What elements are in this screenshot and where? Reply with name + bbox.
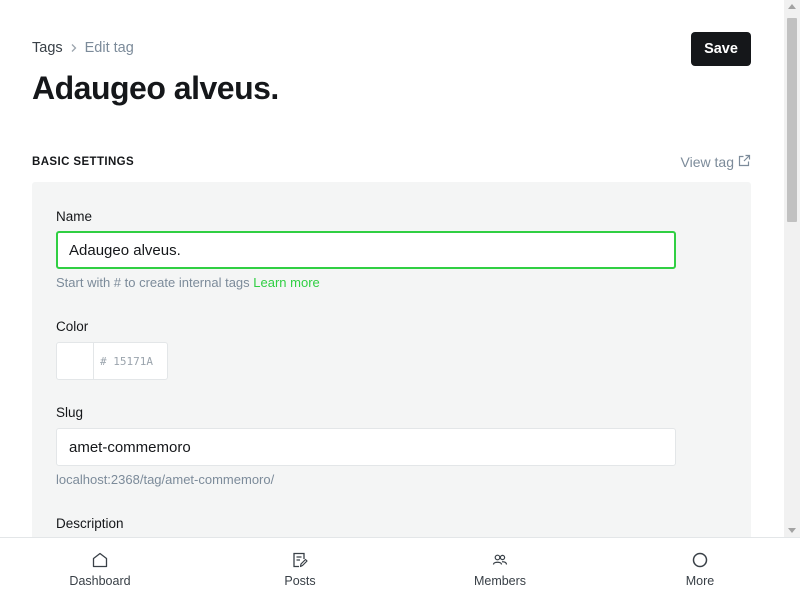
scrollbar-thumb[interactable] [787,18,797,222]
color-swatch[interactable] [57,343,94,379]
name-hint: Start with # to create internal tags Lea… [56,275,320,290]
external-link-icon [738,154,751,170]
nav-label-dashboard: Dashboard [69,574,131,588]
section-heading: BASIC SETTINGS [32,156,135,168]
save-button[interactable]: Save [691,32,751,66]
breadcrumb-tags-link[interactable]: Tags [32,40,63,56]
circle-icon [690,550,710,570]
nav-item-more[interactable]: More [600,538,800,600]
name-input-value: Adaugeo alveus. [69,241,181,259]
color-hex-input[interactable]: # 15171A [94,343,153,379]
color-picker[interactable]: # 15171A [56,342,168,380]
vertical-scrollbar[interactable] [784,0,800,537]
breadcrumb: Tags Edit tag [32,40,134,56]
bottom-navigation: Dashboard Posts Members More [0,537,800,600]
page-title: Adaugeo alveus. [32,70,279,106]
name-hint-text: Start with # to create internal tags [56,275,250,290]
slug-url-preview: localhost:2368/tag/amet-commemoro/ [56,472,275,487]
nav-label-more: More [685,574,715,588]
breadcrumb-current: Edit tag [84,40,134,56]
hash-symbol: # [100,354,107,368]
posts-icon [290,550,310,570]
nav-item-members[interactable]: Members [400,538,600,600]
view-tag-label: View tag [680,154,734,170]
scroll-up-arrow-icon[interactable] [788,4,796,9]
nav-item-dashboard[interactable]: Dashboard [0,538,200,600]
color-hex-placeholder: 15171A [113,354,153,368]
nav-item-posts[interactable]: Posts [200,538,400,600]
view-tag-link[interactable]: View tag [681,154,751,170]
color-label: Color [56,319,89,334]
slug-label: Slug [56,405,84,420]
slug-input-value: amet-commemoro [69,438,191,456]
learn-more-link[interactable]: Learn more [253,275,319,290]
home-icon [90,550,110,570]
name-label: Name [56,209,93,224]
scroll-down-arrow-icon[interactable] [788,528,796,533]
name-input[interactable]: Adaugeo alveus. [56,231,676,269]
nav-label-members: Members [473,574,527,588]
main-content: Tags Edit tag Adaugeo alveus. Save BASIC… [0,0,784,537]
slug-input[interactable]: amet-commemoro [56,428,676,466]
nav-label-posts: Posts [284,574,316,588]
chevron-right-icon [69,43,79,53]
members-icon [490,550,510,570]
description-label: Description [56,516,124,531]
